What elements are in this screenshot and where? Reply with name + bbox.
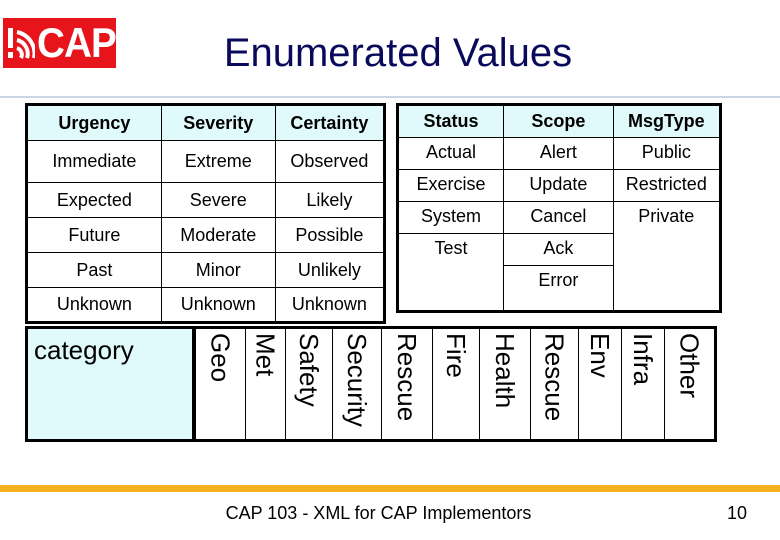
table-row: Actual Alert Public: [396, 137, 722, 170]
status-cell: Test: [396, 233, 505, 312]
urgency-severity-certainty-table: Urgency Severity Certainty Immediate Ext…: [25, 103, 386, 324]
category-cell: Other: [674, 333, 705, 399]
category-cell: Rescue: [382, 329, 433, 439]
header-scope: Scope: [503, 104, 614, 138]
table-cell: Past: [26, 252, 162, 288]
category-cell: Safety: [286, 329, 333, 439]
footer-divider: [0, 485, 780, 492]
category-cell: Security: [333, 329, 382, 439]
category-cell: Geo: [196, 329, 246, 439]
table-cell: Extreme: [160, 140, 276, 183]
table-cell: Unlikely: [274, 252, 386, 288]
page-title: Enumerated Values: [223, 31, 573, 75]
table-cell: Observed: [274, 140, 386, 183]
category-cell: Met: [246, 329, 286, 439]
table-cell: Unknown: [26, 287, 162, 323]
table-row: System Cancel Private: [396, 201, 722, 312]
table-cell: Minor: [160, 252, 276, 288]
msgtype-cell: Restricted: [612, 169, 722, 202]
category-cell: Infra: [622, 329, 665, 439]
category-cell: Fire: [433, 329, 480, 439]
category-cell: Rescue: [531, 329, 579, 439]
table-cell: Future: [26, 217, 162, 253]
table-row: Past Minor Unlikely: [26, 252, 386, 288]
table-cell: Unknown: [274, 287, 386, 323]
table-cell: Immediate: [26, 140, 162, 183]
scope-cell: Error: [503, 265, 614, 312]
status-cell: System: [396, 201, 505, 234]
scope-cell: Ack: [503, 233, 614, 266]
msgtype-cell: Public: [612, 137, 722, 170]
header-urgency: Urgency: [26, 104, 162, 141]
header-msgtype: MsgType: [612, 104, 722, 138]
header-severity: Severity: [160, 104, 276, 141]
footer-text: CAP 103 - XML for CAP Implementors: [225, 503, 532, 523]
table-cell: Expected: [26, 182, 162, 218]
scope-cell: Update: [503, 169, 614, 202]
table-cell: Moderate: [160, 217, 276, 253]
title-divider: [0, 96, 780, 98]
status-cell: Actual: [396, 137, 505, 170]
scope-cell: Alert: [503, 137, 614, 170]
table-cell: Possible: [274, 217, 386, 253]
header-status: Status: [396, 104, 505, 138]
table-row: Immediate Extreme Observed: [26, 140, 386, 183]
category-label: category: [28, 329, 196, 439]
status-scope-msgtype-table: Status Scope MsgType Actual Alert Public…: [396, 103, 722, 313]
category-cell: Health: [480, 329, 531, 439]
table-row: Unknown Unknown Unknown: [26, 287, 386, 323]
header-certainty: Certainty: [274, 104, 386, 141]
category-table: category Geo Met Safety Security Rescue …: [25, 326, 717, 442]
page-number: 10: [727, 503, 748, 523]
scope-cell: Cancel: [503, 201, 614, 234]
table-cell: Likely: [274, 182, 386, 218]
table-row: Future Moderate Possible: [26, 217, 386, 253]
table-row: Expected Severe Likely: [26, 182, 386, 218]
status-cell: Exercise: [396, 169, 505, 202]
msgtype-cell: Private: [612, 201, 722, 312]
table-cell: Severe: [160, 182, 276, 218]
category-cell: Env: [579, 329, 622, 439]
table-row: Exercise Update Restricted: [396, 169, 722, 202]
table-cell: Unknown: [160, 287, 276, 323]
